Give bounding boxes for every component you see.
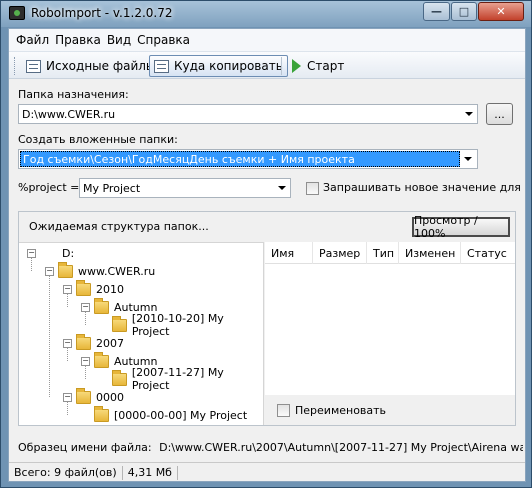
- folder-icon: [112, 315, 127, 332]
- close-button[interactable]: ✕: [478, 2, 524, 21]
- app-icon: [9, 6, 25, 20]
- tree-node-label: www.CWER.ru: [78, 264, 156, 278]
- project-value: My Project: [83, 181, 141, 195]
- subfolders-select[interactable]: Год съемки\Сезон\ГодМесяцДень съемки + И…: [18, 149, 478, 169]
- column-name[interactable]: Имя: [265, 242, 313, 264]
- start-label: Старт: [307, 59, 345, 73]
- source-files-label: Исходные файлы: [46, 59, 156, 73]
- rename-label: Переименовать: [295, 403, 387, 417]
- tree-node-label: [2010-10-20] My Project: [131, 312, 224, 338]
- ask-new-value-label: Запрашивать новое значение для каждо: [323, 181, 525, 194]
- destination-label: Папка назначения:: [18, 88, 129, 101]
- column-status[interactable]: Статус: [461, 242, 515, 264]
- list-icon: [26, 59, 41, 73]
- folder-tree[interactable]: − D: − www.CWER.ru − 2010 − Autumn [2010…: [19, 242, 264, 425]
- copy-target-label: Куда копировать: [174, 59, 283, 73]
- collapse-icon[interactable]: −: [81, 356, 90, 366]
- app-window: RoboImport - v.1.2.0.72 — □ ✕ Файл Правк…: [0, 0, 532, 488]
- sample-value: D:\www.CWER.ru\2007\Autumn\[2007-11-27] …: [159, 441, 523, 454]
- rename-checkbox[interactable]: [277, 403, 290, 417]
- browse-button[interactable]: ...: [486, 103, 513, 125]
- tree-node-project-2007[interactable]: [2007-11-27] My Project: [112, 366, 263, 392]
- menu-bar: Файл Правка Вид Справка: [9, 29, 525, 51]
- folder-icon: [76, 333, 91, 350]
- rename-row: Переименовать: [265, 395, 515, 425]
- source-files-button[interactable]: Исходные файлы: [21, 55, 160, 77]
- chevron-down-icon[interactable]: [461, 105, 477, 123]
- tree-node-label: [2007-11-27] My Project: [131, 366, 224, 392]
- minimize-button[interactable]: —: [423, 2, 450, 21]
- tree-node-site[interactable]: − www.CWER.ru: [45, 261, 156, 279]
- tree-node-drive[interactable]: − D:: [27, 245, 74, 261]
- structure-title: Ожидаемая структура папок...: [29, 220, 209, 233]
- chevron-down-icon[interactable]: [274, 179, 290, 197]
- collapse-icon[interactable]: −: [63, 284, 72, 294]
- tree-node-label: D:: [62, 246, 75, 260]
- project-select[interactable]: My Project: [79, 178, 291, 198]
- folder-icon: [112, 369, 127, 386]
- title-bar[interactable]: RoboImport - v.1.2.0.72 — □ ✕: [1, 1, 531, 27]
- structure-group: Ожидаемая структура папок... Просмотр / …: [18, 211, 516, 426]
- tree-node-label: 2010: [96, 282, 124, 296]
- tree-node-2007[interactable]: − 2007: [63, 333, 124, 351]
- tree-node-label: 2007: [96, 336, 124, 350]
- menu-edit[interactable]: Правка: [52, 33, 104, 47]
- preview-button[interactable]: Просмотр / 100%: [412, 214, 510, 240]
- folder-icon: [58, 261, 73, 278]
- destination-value: D:\www.CWER.ru: [22, 107, 116, 121]
- folder-icon: [76, 387, 91, 404]
- project-label: %project =: [18, 181, 80, 194]
- toolbar-separator: [281, 57, 282, 75]
- collapse-icon[interactable]: −: [63, 338, 72, 348]
- column-size[interactable]: Размер: [313, 242, 367, 264]
- menu-view[interactable]: Вид: [104, 33, 134, 47]
- destination-select[interactable]: D:\www.CWER.ru: [18, 104, 478, 124]
- maximize-button[interactable]: □: [451, 2, 477, 21]
- tree-line: [49, 273, 50, 397]
- start-button[interactable]: Старт: [287, 55, 349, 77]
- collapse-icon[interactable]: −: [81, 302, 90, 312]
- status-bar: Всего: 9 файл(ов) 4,31 Мб: [9, 462, 525, 482]
- subfolders-label: Создать вложенные папки:: [18, 133, 178, 146]
- status-size: 4,31 Мб: [123, 465, 178, 480]
- play-icon: [292, 59, 301, 73]
- menu-file[interactable]: Файл: [13, 33, 52, 47]
- subfolders-value: Год съемки\Сезон\ГодМесяцДень съемки + И…: [20, 151, 460, 167]
- toolbar-grip[interactable]: [14, 57, 17, 75]
- tree-node-2010[interactable]: − 2010: [63, 279, 124, 297]
- folder-icon: [76, 279, 91, 296]
- file-list-header: Имя Размер Тип Изменен Статус: [265, 242, 515, 264]
- folder-icon: [94, 405, 109, 422]
- client-area: Файл Правка Вид Справка Исходные файлы К…: [8, 28, 526, 482]
- status-total: Всего: 9 файл(ов): [9, 465, 123, 480]
- column-type[interactable]: Тип: [367, 242, 399, 264]
- collapse-icon[interactable]: −: [45, 266, 54, 276]
- column-modified[interactable]: Изменен: [399, 242, 461, 264]
- toolbar: Исходные файлы Куда копировать Старт: [9, 51, 525, 79]
- file-list[interactable]: Имя Размер Тип Изменен Статус: [265, 242, 515, 395]
- collapse-icon[interactable]: −: [63, 392, 72, 402]
- ask-new-value-checkbox[interactable]: [306, 182, 319, 195]
- menu-help[interactable]: Справка: [134, 33, 193, 47]
- tree-node-label: 0000: [96, 390, 124, 404]
- folder-icon: [94, 297, 109, 314]
- sample-label: Образец имени файла:: [18, 441, 152, 454]
- tree-node-project-0000[interactable]: [0000-00-00] My Project: [94, 405, 248, 423]
- collapse-icon[interactable]: −: [27, 248, 36, 258]
- window-title: RoboImport - v.1.2.0.72: [31, 6, 173, 20]
- tree-icon: [154, 59, 169, 73]
- copy-target-button[interactable]: Куда копировать: [149, 55, 288, 77]
- chevron-down-icon[interactable]: [460, 151, 476, 167]
- folder-icon: [94, 351, 109, 368]
- tree-node-project-2010[interactable]: [2010-10-20] My Project: [112, 312, 263, 338]
- tree-node-label: [0000-00-00] My Project: [114, 408, 248, 422]
- tree-node-0000[interactable]: − 0000: [63, 387, 124, 405]
- sample-row: Образец имени файла: D:\www.CWER.ru\2007…: [18, 441, 523, 454]
